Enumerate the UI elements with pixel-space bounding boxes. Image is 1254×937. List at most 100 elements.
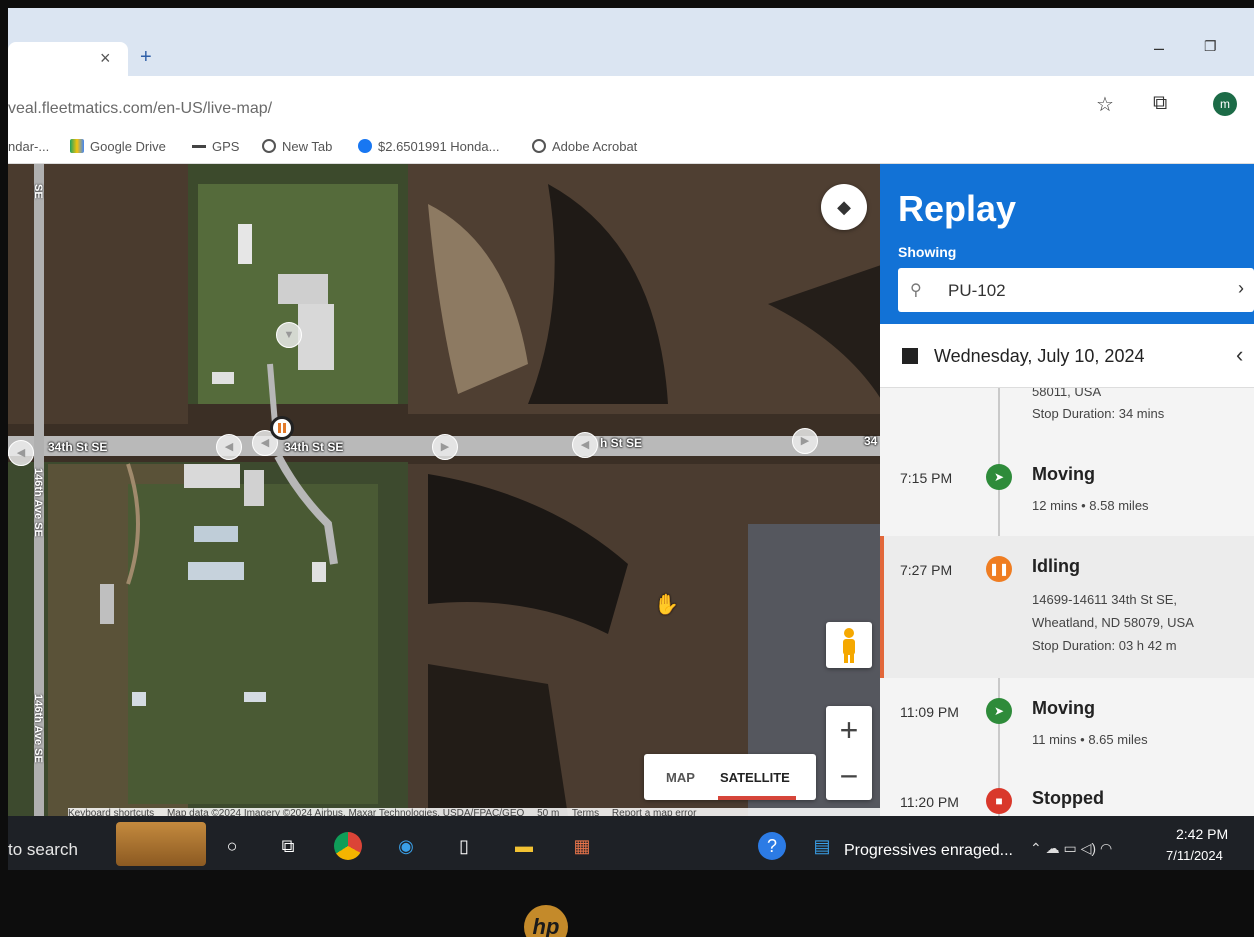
clock-date[interactable]: 7/11/2024 (1166, 848, 1223, 863)
news-headline[interactable]: Progressives enraged... (844, 842, 1013, 860)
cortana-icon[interactable]: ○ (218, 832, 246, 860)
address-bar: veal.fleetmatics.com/en-US/live-map/ ☆ ⧉… (8, 76, 1254, 130)
event-line: 11 mins • 8.65 miles (1032, 732, 1148, 747)
road-label-vertical: 146th Ave SE (32, 468, 44, 537)
chrome-icon[interactable] (334, 832, 362, 860)
moving-icon: ➤ (986, 698, 1012, 724)
layers-button[interactable]: ◆ (821, 184, 867, 230)
event-line: Stop Duration: 03 h 42 m (1032, 638, 1177, 653)
event-title: Moving (1032, 464, 1095, 484)
route-arrow-icon[interactable]: ▼ (276, 322, 302, 348)
route-arrow-icon[interactable]: ▶ (792, 428, 818, 454)
event-line: 14699-14611 34th St SE, (1032, 592, 1178, 607)
bookmark-item[interactable]: GPS (192, 139, 239, 154)
satellite-map[interactable]: SE 146th Ave SE 146th Ave SE 34th St SE … (8, 164, 884, 816)
chevron-right-icon[interactable]: › (1238, 278, 1244, 299)
satellite-imagery (8, 164, 884, 816)
extensions-icon[interactable]: ⧉ (1153, 92, 1167, 115)
active-indicator (718, 796, 796, 800)
replay-panel: Replay Showing ⚲ PU-102 › Wednesday, Jul… (880, 164, 1254, 816)
road-label-vertical: SE (32, 184, 44, 199)
file-explorer-icon[interactable]: ▬ (510, 832, 538, 860)
globe-icon (262, 139, 276, 153)
moving-icon: ➤ (986, 464, 1012, 490)
pegman-icon (843, 628, 855, 663)
event-line: 12 mins • 8.58 miles (1032, 498, 1149, 513)
bookmark-star-icon[interactable]: ☆ (1096, 92, 1114, 117)
stopped-icon: ■ (986, 788, 1012, 814)
idle-pause-marker-icon[interactable] (270, 416, 294, 440)
event-time: 11:09 PM (900, 704, 959, 720)
bookmark-item[interactable]: $2.6501991 Honda... (358, 139, 499, 154)
edge-icon[interactable]: ◉ (392, 832, 420, 860)
bookmarks-bar: ndar-... Google Drive GPS New Tab $2.650… (8, 130, 1254, 164)
date-text: Wednesday, July 10, 2024 (934, 346, 1145, 366)
globe-icon (532, 139, 546, 153)
event-time: 7:15 PM (900, 470, 953, 486)
layers-icon: ◆ (837, 197, 851, 217)
event-title: Stopped (1032, 788, 1104, 808)
route-arrow-icon[interactable]: ▶ (432, 434, 458, 460)
road-label-vertical: 146th Ave SE (32, 694, 44, 763)
hp-logo: hp (524, 905, 568, 937)
bookmark-item[interactable]: ndar-... (8, 139, 49, 154)
event-title: Moving (1032, 698, 1095, 718)
tab-strip: × + – ❐ (8, 8, 1254, 76)
map-type-map-button[interactable]: MAP (666, 770, 695, 785)
zoom-out-button[interactable]: − (826, 754, 872, 798)
route-arrow-icon[interactable]: ◀ (216, 434, 242, 460)
hand-cursor-icon: ✋ (654, 594, 679, 616)
profile-avatar[interactable]: m (1213, 92, 1237, 116)
date-selector[interactable]: Wednesday, July 10, 2024 ‹ (880, 324, 1254, 388)
showing-label: Showing (898, 244, 957, 260)
bookmark-item[interactable]: Adobe Acrobat (532, 139, 637, 154)
street-view-pegman[interactable] (826, 622, 872, 668)
monitor-screen: × + – ❐ veal.fleetmatics.com/en-US/live-… (8, 8, 1254, 870)
road-label: 34th St SE (48, 440, 108, 454)
route-arrow-icon[interactable]: ◀ (572, 432, 598, 458)
help-icon[interactable]: ? (758, 832, 786, 860)
event-title: Idling (1032, 556, 1080, 576)
task-view-icon[interactable]: ⧉ (274, 832, 302, 860)
photo-frame: × + – ❐ veal.fleetmatics.com/en-US/live-… (0, 0, 1254, 937)
search-highlight-image[interactable] (116, 822, 206, 866)
search-icon: ⚲ (910, 282, 922, 299)
map-type-control: MAP SATELLITE (644, 754, 816, 800)
new-tab-icon[interactable]: + (140, 46, 152, 69)
event-line: 58011, USA (1032, 388, 1102, 399)
chevron-left-icon[interactable]: ‹ (1236, 342, 1243, 368)
minimize-icon[interactable]: – (1154, 38, 1164, 59)
vehicle-value: PU-102 (948, 281, 1006, 300)
tab-close-icon[interactable]: × (100, 48, 111, 69)
idling-pause-icon: ❚❚ (986, 556, 1012, 582)
road-label: 34th St SE (284, 440, 344, 454)
clock-time[interactable]: 2:42 PM (1176, 826, 1228, 842)
event-line: Wheatland, ND 58079, USA (1032, 615, 1194, 630)
bookmark-item[interactable]: New Tab (262, 139, 332, 154)
zoom-control: + − (826, 706, 872, 800)
windows-taskbar: to search ○ ⧉ ◉ ▯ ▬ ▦ ? ▤ Progressives e… (8, 816, 1254, 870)
maximize-icon[interactable]: ❐ (1204, 38, 1217, 55)
event-timeline: 58011, USA Stop Duration: 34 mins 7:15 P… (880, 388, 1254, 816)
road-label: 34 (864, 434, 878, 448)
calendar-icon (902, 348, 918, 364)
road-label: h St SE (600, 436, 643, 450)
taskbar-search[interactable]: to search (8, 840, 78, 860)
gps-icon (192, 145, 206, 148)
google-drive-icon (70, 139, 84, 153)
panel-title: Replay (898, 188, 1017, 229)
event-time: 7:27 PM (900, 562, 953, 578)
notepad-icon[interactable]: ▯ (450, 832, 478, 860)
store-icon[interactable]: ▦ (568, 832, 596, 860)
news-icon[interactable]: ▤ (808, 832, 836, 860)
system-tray-icons[interactable]: ⌃ ☁ ▭ ◁) ◠ (1030, 840, 1112, 857)
event-line: Stop Duration: 34 mins (1032, 406, 1165, 421)
event-time: 11:20 PM (900, 794, 959, 810)
route-arrow-icon[interactable]: ◀ (8, 440, 34, 466)
vehicle-search-input[interactable]: ⚲ PU-102 › (898, 268, 1254, 312)
bookmark-item[interactable]: Google Drive (70, 139, 166, 154)
url-text[interactable]: veal.fleetmatics.com/en-US/live-map/ (8, 100, 272, 118)
zoom-in-button[interactable]: + (826, 708, 872, 752)
facebook-icon (358, 139, 372, 153)
map-type-satellite-button[interactable]: SATELLITE (720, 770, 790, 785)
